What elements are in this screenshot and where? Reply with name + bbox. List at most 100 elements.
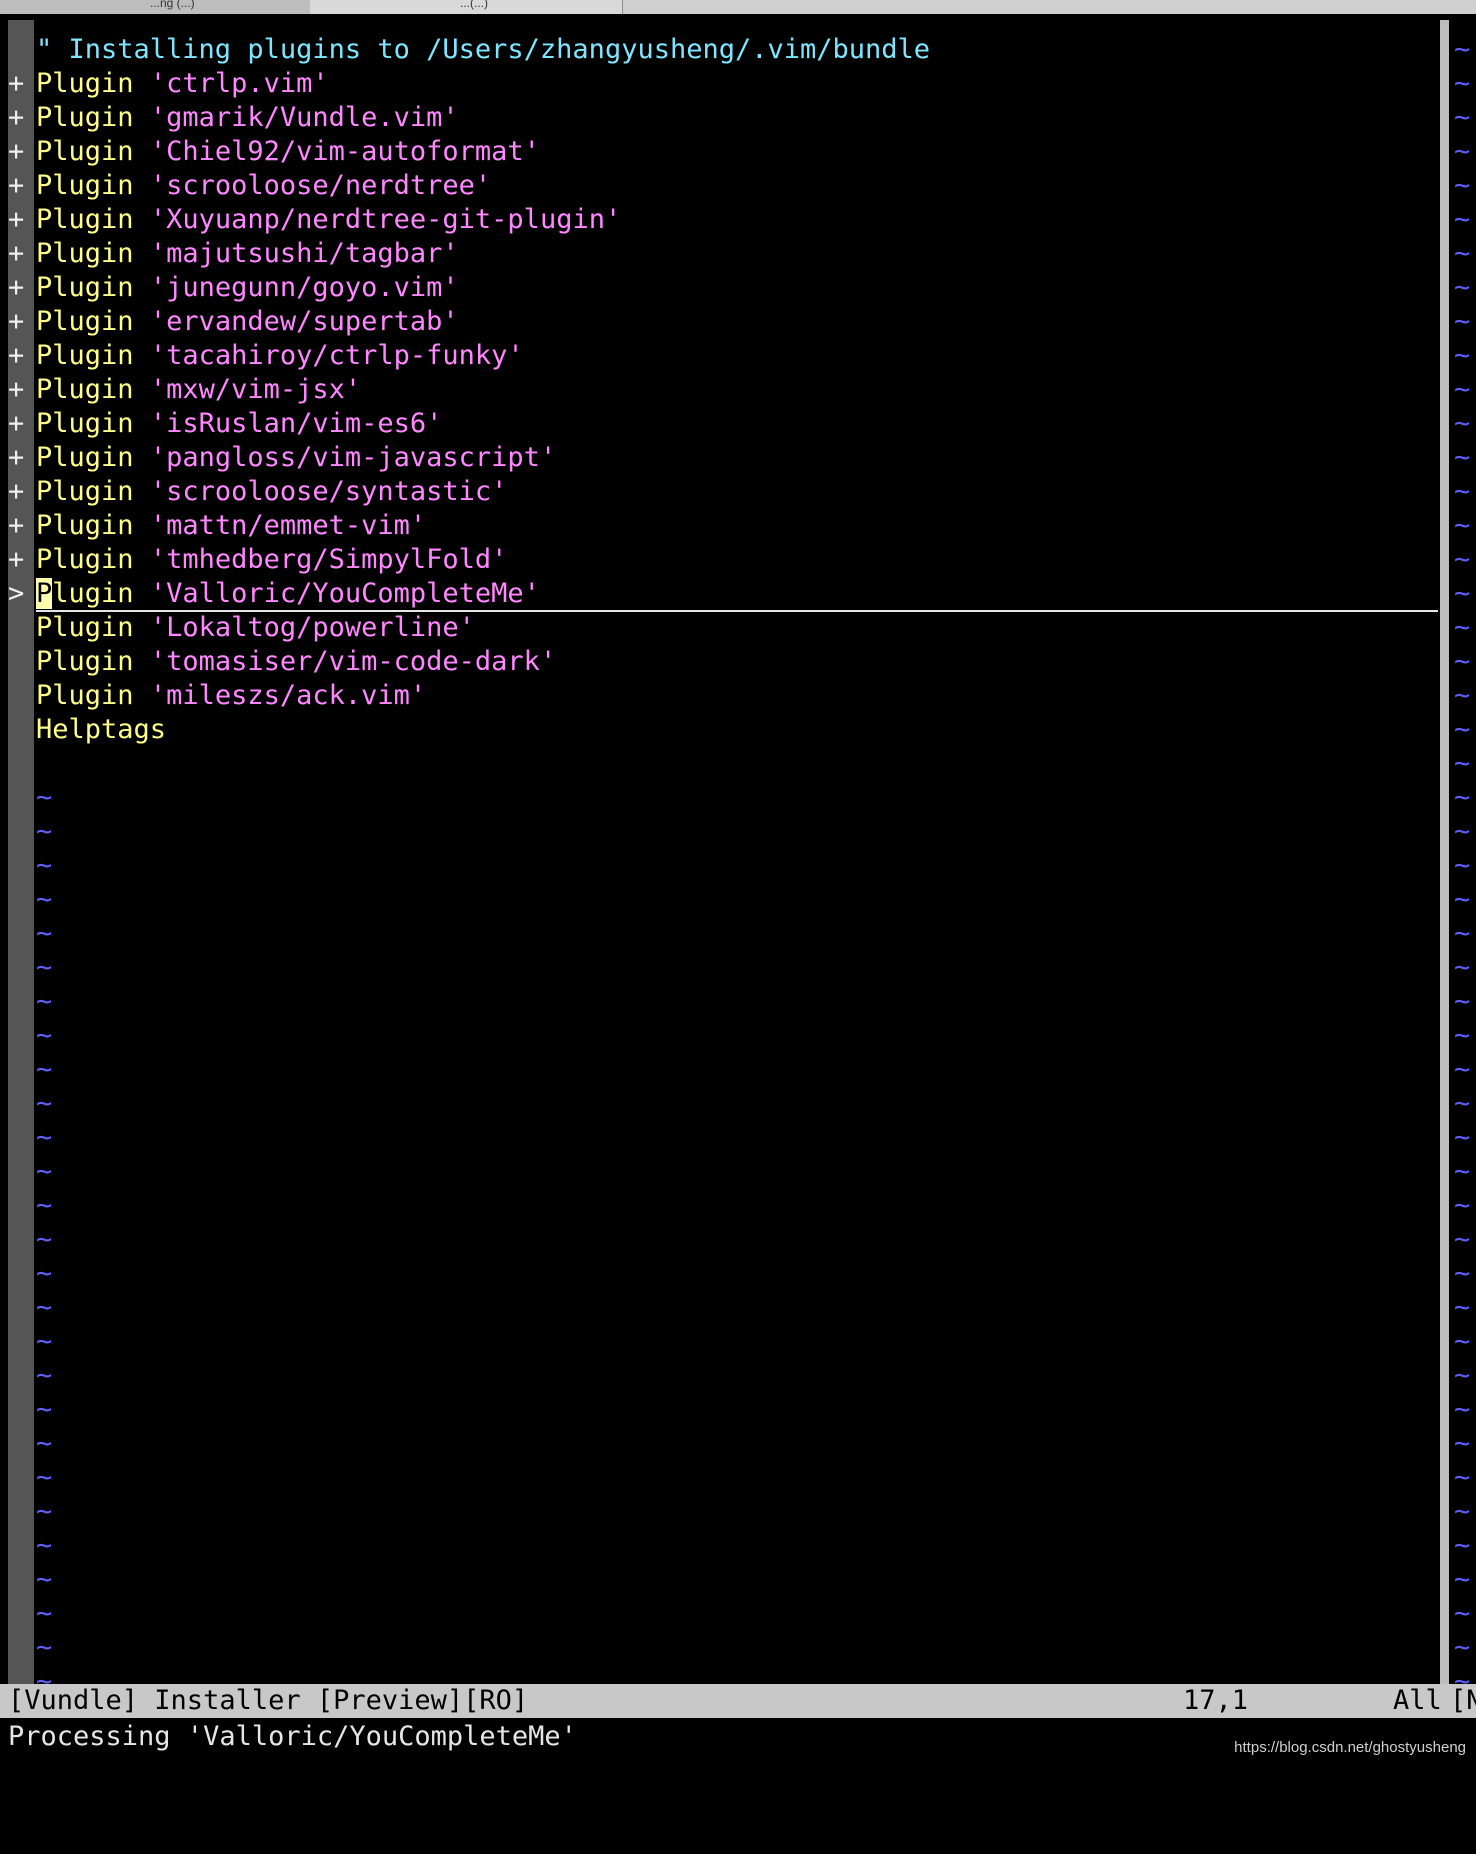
plugin-line[interactable]: Plugin 'Lokaltog/powerline' (8, 611, 930, 645)
tilde-line: ~ (1454, 1088, 1471, 1119)
tilde-marker: ~ (36, 1224, 53, 1255)
tilde-line: ~ (1454, 442, 1471, 473)
tilde-line: ~ (8, 1563, 930, 1597)
tilde-line: ~ (8, 1189, 930, 1223)
status-sign (8, 1257, 36, 1291)
tilde-line: ~ (1454, 476, 1471, 507)
plugin-line[interactable]: + Plugin 'mattn/emmet-vim' (8, 509, 930, 543)
tilde-line: ~ (8, 951, 930, 985)
status-sign: + (8, 170, 25, 201)
tilde-line: ~ (1454, 918, 1471, 949)
tilde-line: ~ (1454, 1632, 1471, 1663)
plugin-name: 'scrooloose/nerdtree' (149, 170, 492, 201)
tab-vundle[interactable]: ...ng (...) (0, 0, 311, 14)
plugin-keyword: Plugin (36, 646, 134, 677)
tilde-marker: ~ (36, 918, 53, 949)
plugin-keyword: Plugin (36, 68, 134, 99)
plugin-line[interactable]: + Plugin 'ervandew/supertab' (8, 305, 930, 339)
tilde-line: ~ (1454, 1326, 1471, 1357)
tilde-marker: ~ (36, 1394, 53, 1425)
status-sign: + (8, 374, 25, 405)
plugin-line[interactable]: > Plugin 'Valloric/YouCompleteMe' (8, 577, 1442, 612)
plugin-keyword: Plugin (36, 204, 134, 235)
status-sign (8, 611, 36, 645)
plugin-keyword: Plugin (36, 544, 134, 575)
plugin-line[interactable]: + Plugin 'junegunn/goyo.vim' (8, 271, 930, 305)
tilde-line: ~ (1454, 238, 1471, 269)
tilde-marker: ~ (36, 1564, 53, 1595)
plugin-line[interactable]: + Plugin 'tacahiroy/ctrlp-funky' (8, 339, 930, 373)
tilde-marker: ~ (36, 952, 53, 983)
command-line: Processing 'Valloric/YouCompleteMe' (8, 1721, 577, 1752)
tilde-line: ~ (1454, 408, 1471, 439)
plugin-line[interactable]: + Plugin 'tmhedberg/SimpylFold' (8, 543, 930, 577)
buffer-lines: " Installing plugins to /Users/zhangyush… (8, 33, 1442, 1699)
plugin-line[interactable]: Plugin 'tomasiser/vim-code-dark' (8, 645, 930, 679)
tilde-line: ~ (1454, 340, 1471, 371)
plugin-line[interactable]: + Plugin 'scrooloose/syntastic' (8, 475, 930, 509)
plugin-line[interactable]: + Plugin 'Xuyuanp/nerdtree-git-plugin' (8, 203, 930, 237)
tilde-line: ~ (1454, 714, 1471, 745)
plugin-line[interactable]: + Plugin 'Chiel92/vim-autoformat' (8, 135, 930, 169)
tilde-line: ~ (1454, 578, 1471, 609)
header-comment-line: " Installing plugins to /Users/zhangyush… (8, 33, 930, 67)
tilde-line: ~ (1454, 612, 1471, 643)
plugin-keyword: Plugin (36, 340, 134, 371)
tilde-line: ~ (1454, 1054, 1471, 1085)
plugin-name: 'gmarik/Vundle.vim' (149, 102, 459, 133)
status-sign (8, 1325, 36, 1359)
tilde-marker: ~ (36, 1632, 53, 1663)
tilde-line: ~ (1454, 680, 1471, 711)
tab-other[interactable]: ...(...) (310, 0, 623, 14)
vundle-installer-window[interactable]: " Installing plugins to /Users/zhangyush… (0, 14, 1442, 1697)
plugin-line[interactable]: + Plugin 'mxw/vim-jsx' (8, 373, 930, 407)
tilde-line: ~ (8, 849, 930, 883)
tilde-line: ~ (1454, 1496, 1471, 1527)
status-sign: + (8, 510, 25, 541)
tilde-line: ~ (1454, 510, 1471, 541)
tilde-marker: ~ (36, 1156, 53, 1187)
tilde-marker: ~ (36, 1428, 53, 1459)
plugin-line[interactable]: + Plugin 'isRuslan/vim-es6' (8, 407, 930, 441)
plugin-line[interactable]: + Plugin 'scrooloose/nerdtree' (8, 169, 930, 203)
tilde-line: ~ (1454, 204, 1471, 235)
plugin-line[interactable]: + Plugin 'pangloss/vim-javascript' (8, 441, 930, 475)
plugin-name: 'Lokaltog/powerline' (149, 612, 475, 643)
right-split-window[interactable]: ~ ~ ~ ~ ~ ~ ~ ~ ~ ~ ~ ~ ~ ~ ~ ~ ~ ~ ~ ~ ~ ~ ~ ~ ~ ~ ~ ~ ~ ~ ~ ~ ~ ~ ~ ~ ~ ~ ~ ~… (1452, 14, 1476, 1684)
tilde-marker: ~ (36, 1054, 53, 1085)
vertical-split-separator[interactable] (1438, 14, 1452, 1684)
tilde-line: ~ (1454, 1190, 1471, 1221)
plugin-line[interactable]: Plugin 'mileszs/ack.vim' (8, 679, 930, 713)
status-sign: + (8, 238, 25, 269)
plugin-name: 'isRuslan/vim-es6' (149, 408, 443, 439)
status-sign: + (8, 476, 25, 507)
plugin-line[interactable]: + Plugin 'ctrlp.vim' (8, 67, 930, 101)
plugin-line[interactable]: + Plugin 'gmarik/Vundle.vim' (8, 101, 930, 135)
status-sign (8, 815, 36, 849)
status-sign (8, 1495, 36, 1529)
tilde-line: ~ (8, 1291, 930, 1325)
tilde-line: ~ (1454, 646, 1471, 677)
status-sign (8, 713, 36, 747)
plugin-keyword: Plugin (36, 476, 134, 507)
separator-bar (1440, 20, 1449, 1684)
tilde-line: ~ (1454, 544, 1471, 575)
tilde-line: ~ (1454, 850, 1471, 881)
status-sign (8, 951, 36, 985)
plugin-name: 'tmhedberg/SimpylFold' (149, 544, 508, 575)
plugin-line[interactable]: + Plugin 'majutsushi/tagbar' (8, 237, 930, 271)
tilde-marker: ~ (36, 1326, 53, 1357)
status-sign: + (8, 408, 25, 439)
plugin-keyword: Plugin (36, 374, 134, 405)
plugin-keyword: lugin (52, 578, 134, 609)
tilde-line: ~ (1454, 1394, 1471, 1425)
